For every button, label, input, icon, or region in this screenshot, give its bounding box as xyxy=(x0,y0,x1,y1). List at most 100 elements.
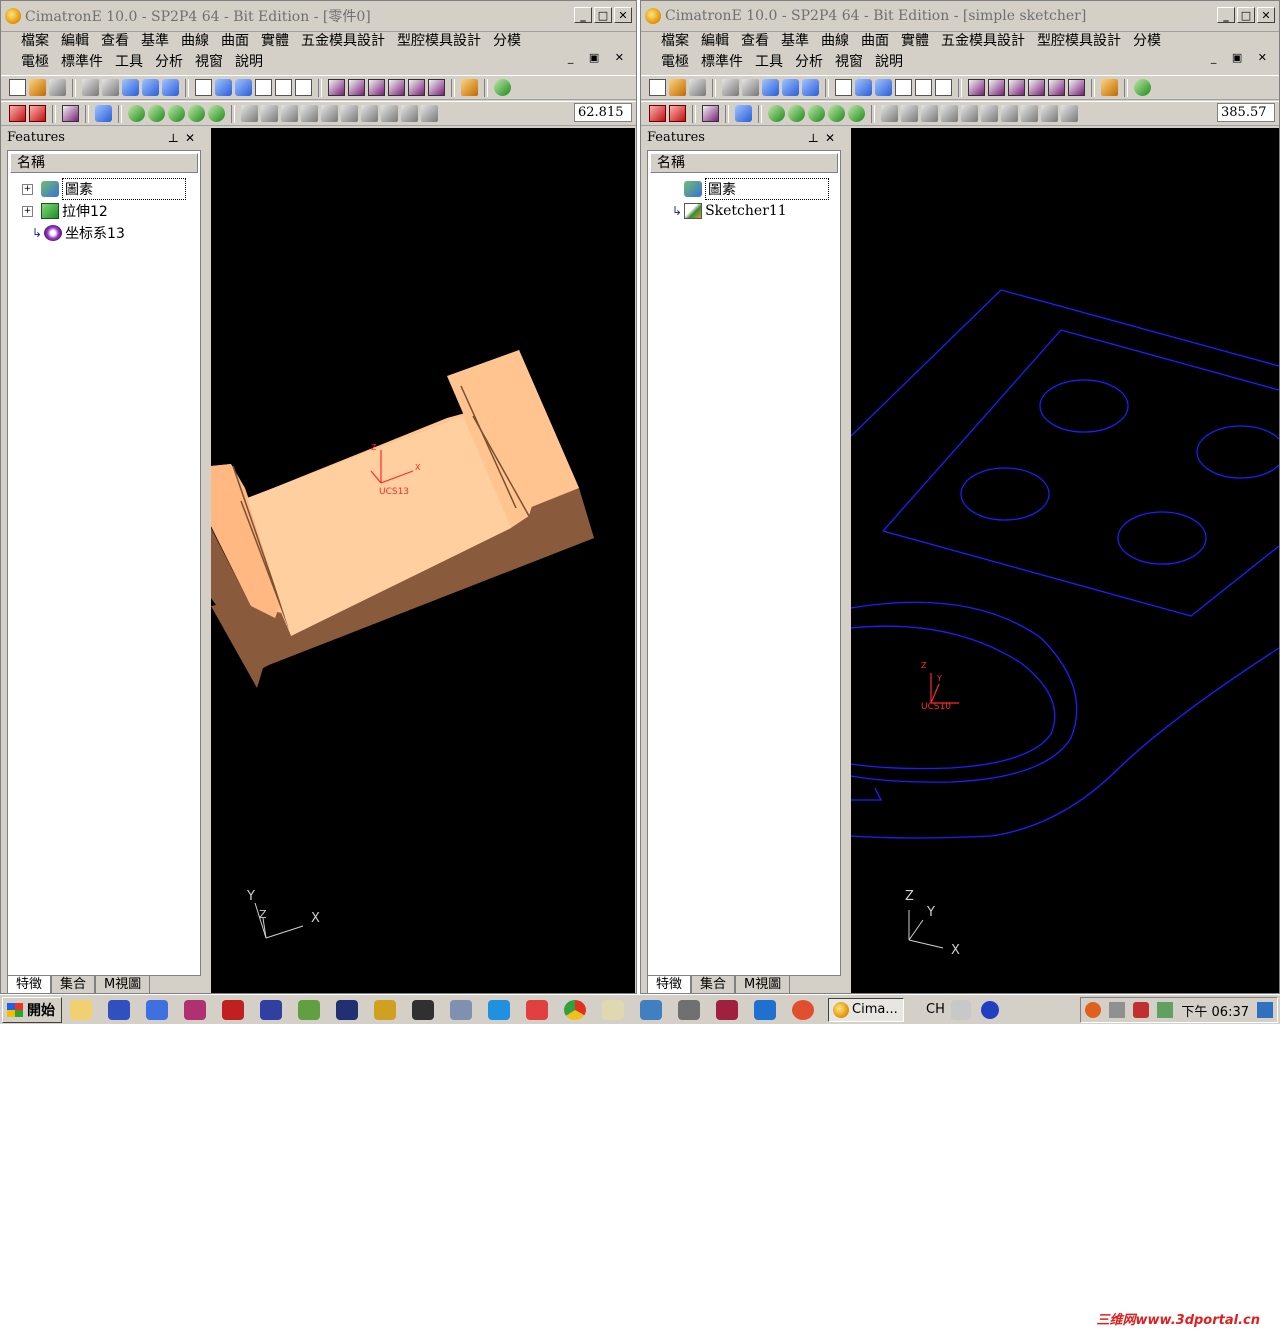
app-j-icon[interactable] xyxy=(602,999,624,1020)
menu-parting[interactable]: 分模 xyxy=(1127,31,1167,51)
menu-curve[interactable]: 曲線 xyxy=(815,31,855,51)
menu-surface[interactable]: 曲面 xyxy=(855,31,895,51)
revolve-tool-icon[interactable] xyxy=(788,105,805,122)
minimize-button[interactable]: _ xyxy=(574,7,592,23)
dimension-tool-icon[interactable] xyxy=(1021,105,1038,122)
view-iso-icon[interactable] xyxy=(968,79,985,96)
project-tool-icon[interactable] xyxy=(1001,105,1018,122)
menu-file[interactable]: 檔案 xyxy=(655,31,695,51)
menu-datum[interactable]: 基準 xyxy=(135,31,175,51)
menu-electrode[interactable]: 電極 xyxy=(655,52,695,72)
menu-electrode[interactable]: 電極 xyxy=(15,52,55,72)
tree-item-geometry[interactable]: + 圖素 xyxy=(22,178,186,200)
save-icon[interactable] xyxy=(49,79,66,96)
cancel-selection-icon[interactable] xyxy=(669,105,686,122)
zoom-dynamic-icon[interactable] xyxy=(875,79,892,96)
view-left-icon[interactable] xyxy=(1048,79,1065,96)
tab-sets[interactable]: 集合 xyxy=(691,976,736,993)
point-tool-icon[interactable] xyxy=(401,105,418,122)
keyboard-icon[interactable] xyxy=(950,999,971,1020)
maximize-button[interactable]: □ xyxy=(1237,7,1255,23)
point-tool-icon[interactable] xyxy=(1041,105,1058,122)
menu-standard-parts[interactable]: 標準件 xyxy=(695,52,749,72)
menu-mold-design[interactable]: 型腔模具設計 xyxy=(1031,31,1127,51)
mdi-controls[interactable]: _ ▣ ✕ xyxy=(568,51,630,64)
close-button[interactable]: ✕ xyxy=(614,7,632,23)
menu-solid[interactable]: 實體 xyxy=(895,31,935,51)
rotate-icon[interactable] xyxy=(295,79,312,96)
menu-edit[interactable]: 編輯 xyxy=(55,31,95,51)
app-f-icon[interactable] xyxy=(374,999,396,1020)
expand-icon[interactable]: + xyxy=(22,183,33,195)
shell-tool-icon[interactable] xyxy=(208,105,225,122)
menu-solid[interactable]: 實體 xyxy=(255,31,295,51)
menu-analysis[interactable]: 分析 xyxy=(789,52,829,72)
app-l-icon[interactable] xyxy=(678,999,700,1020)
dimension-tool-icon[interactable] xyxy=(381,105,398,122)
redo-icon[interactable] xyxy=(742,79,759,96)
arc-tool-icon[interactable] xyxy=(301,105,318,122)
tree-column-header[interactable]: 名稱 xyxy=(10,153,198,173)
view-front-icon[interactable] xyxy=(988,79,1005,96)
help-icon[interactable] xyxy=(980,1000,999,1019)
open-file-icon[interactable] xyxy=(669,79,686,96)
menu-tools[interactable]: 工具 xyxy=(749,52,789,72)
tab-sets[interactable]: 集合 xyxy=(51,976,96,993)
zoom-level-field[interactable]: 62.815 xyxy=(574,103,632,122)
filter-icon[interactable] xyxy=(802,79,819,96)
circle-tool-icon[interactable] xyxy=(921,105,938,122)
app-b-icon[interactable] xyxy=(184,999,206,1020)
network-icon[interactable] xyxy=(1109,1002,1126,1018)
menu-help[interactable]: 說明 xyxy=(869,52,909,72)
curve-tool-icon[interactable] xyxy=(261,105,278,122)
menu-window[interactable]: 視窗 xyxy=(829,52,869,72)
pick-mode-icon[interactable] xyxy=(62,105,79,122)
menu-die-design[interactable]: 五金模具設計 xyxy=(935,31,1031,51)
app-n-icon[interactable] xyxy=(754,999,776,1020)
part-3d-view[interactable]: Z X UCS13 Y Z X xyxy=(211,128,635,994)
close-button[interactable]: ✕ xyxy=(1257,7,1275,23)
extrude-tool-icon[interactable] xyxy=(128,105,145,122)
menu-file[interactable]: 檔案 xyxy=(15,31,55,51)
intersect-tool-icon[interactable] xyxy=(341,105,358,122)
zoom-dynamic-icon[interactable] xyxy=(235,79,252,96)
display-mode-icon[interactable] xyxy=(1134,79,1151,96)
view-right-icon[interactable] xyxy=(388,79,405,96)
show-hide-icon[interactable] xyxy=(762,79,779,96)
panel-pin-close-icons[interactable]: ⊥✕ xyxy=(168,128,201,148)
loft-tool-icon[interactable] xyxy=(828,105,845,122)
view-right-icon[interactable] xyxy=(1028,79,1045,96)
menu-tools[interactable]: 工具 xyxy=(109,52,149,72)
menu-view[interactable]: 查看 xyxy=(735,31,775,51)
left-titlebar[interactable]: CimatronE 10.0 - SP2P4 64 - Bit Edition … xyxy=(1,1,636,32)
menu-surface[interactable]: 曲面 xyxy=(215,31,255,51)
tree-item-geometry[interactable]: 圖素 xyxy=(684,178,829,200)
sweep-tool-icon[interactable] xyxy=(808,105,825,122)
intersect-tool-icon[interactable] xyxy=(981,105,998,122)
view-back-icon[interactable] xyxy=(428,79,445,96)
line-tool-icon[interactable] xyxy=(241,105,258,122)
mdi-controls[interactable]: _ ▣ ✕ xyxy=(1211,51,1273,64)
fit-view-icon[interactable] xyxy=(195,79,212,96)
circle-tool-icon[interactable] xyxy=(281,105,298,122)
view-back-icon[interactable] xyxy=(1068,79,1085,96)
tab-features[interactable]: 特徵 xyxy=(7,976,52,993)
folder-icon[interactable] xyxy=(70,999,92,1020)
app-h-icon[interactable] xyxy=(450,999,472,1020)
app-g-icon[interactable] xyxy=(412,999,434,1020)
view-top-icon[interactable] xyxy=(1008,79,1025,96)
delete-icon[interactable] xyxy=(649,105,666,122)
shell-tool-icon[interactable] xyxy=(848,105,865,122)
trim-tool-icon[interactable] xyxy=(321,105,338,122)
chrome-icon[interactable] xyxy=(564,999,586,1020)
zoom-window-icon[interactable] xyxy=(855,79,872,96)
menu-view[interactable]: 查看 xyxy=(95,31,135,51)
light-bulb-icon[interactable] xyxy=(461,79,478,96)
show-hide-icon[interactable] xyxy=(122,79,139,96)
arc-tool-icon[interactable] xyxy=(941,105,958,122)
open-file-icon[interactable] xyxy=(29,79,46,96)
menu-standard-parts[interactable]: 標準件 xyxy=(55,52,109,72)
view-top-icon[interactable] xyxy=(368,79,385,96)
display-mode-icon[interactable] xyxy=(494,79,511,96)
menu-parting[interactable]: 分模 xyxy=(487,31,527,51)
